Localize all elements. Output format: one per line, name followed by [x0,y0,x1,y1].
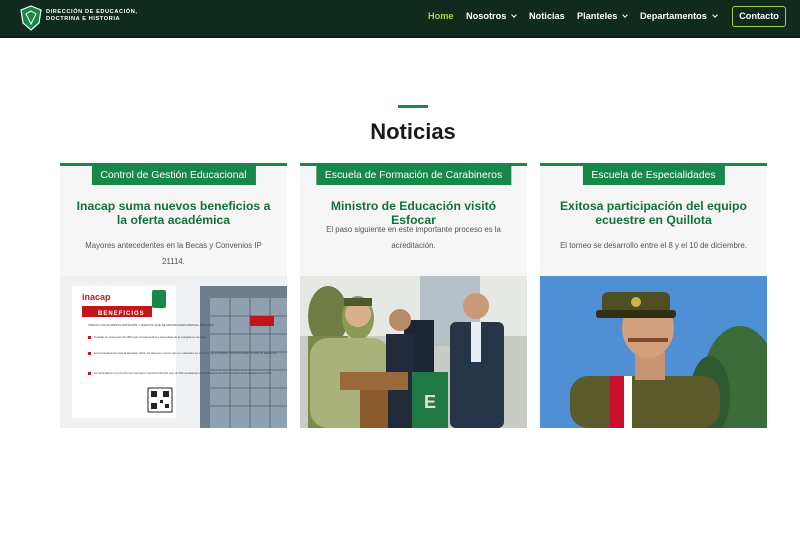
top-navbar: DIRECCIÓN DE EDUCACIÓN, DOCTRINA E HISTO… [0,0,800,38]
nav-item-home[interactable]: Home [428,11,454,21]
nav-item-departamentos[interactable]: Departamentos [640,11,718,21]
card-description: Mayores antecedentes en la Becas y Conve… [85,241,262,266]
equestrian-team-photo[interactable] [540,276,767,428]
nav-label: Nosotros [466,11,507,21]
news-card-ecuestre[interactable]: Escuela de Especialidades Exitosa partic… [540,163,767,428]
nav-item-nosotros[interactable]: Nosotros [466,11,518,21]
ministro-visit-photo[interactable]: E [300,276,527,428]
section-title: Noticias [370,119,456,144]
equestrian-officer-illustration [540,276,767,428]
poster-bullet-1: Tendrán un descuento del 30% que corresp… [94,335,207,339]
chevron-down-icon [511,12,518,18]
category-badge[interactable]: Escuela de Formación de Carabineros [315,166,512,185]
chevron-down-icon [622,12,629,18]
svg-text:E: E [424,392,436,412]
nav-label: Planteles [577,11,618,21]
inacap-poster-illustration: inacap BENEFICIOS TODOS LOS ALUMNOS ANTI… [60,276,287,428]
inacap-benefits-image[interactable]: inacap BENEFICIOS TODOS LOS ALUMNOS ANTI… [60,276,287,428]
card-title[interactable]: Inacap suma nuevos beneficios a la ofert… [70,199,277,227]
poster-banner-text: BENEFICIOS [98,311,145,317]
nav-item-planteles[interactable]: Planteles [577,11,629,21]
poster-bullet-2: Excepcionalmente para la admisión 2024, … [94,351,278,355]
nav-label: Departamentos [640,11,707,21]
brand-line-1: DIRECCIÓN DE EDUCACIÓN, [46,9,138,15]
card-description: El paso siguiente en este importante pro… [326,225,501,250]
brand-line-2: DOCTRINA E HISTORIA [46,16,121,22]
poster-heading: TODOS LOS ALUMNOS ANTIGUOS Y NUEVOS QUE … [88,322,214,327]
news-card-esfocar[interactable]: Escuela de Formación de Carabineros Mini… [300,163,527,428]
section-divider [398,105,428,108]
news-card-inacap[interactable]: Control de Gestión Educacional Inacap su… [60,163,287,428]
contact-button[interactable]: Contacto [732,6,786,27]
poster-bullet-3: Al matricularse en el Centro de Formació… [94,371,273,375]
nav-item-noticias[interactable]: Noticias [529,11,565,21]
category-badge[interactable]: Escuela de Especialidades [582,166,725,185]
ministro-visit-illustration: E [300,276,527,428]
nav-label: Home [428,11,454,21]
category-badge[interactable]: Control de Gestión Educacional [91,166,256,185]
nav-label: Noticias [529,11,565,21]
chevron-down-icon [712,12,718,18]
inacap-logo-text: inacap [82,292,111,302]
card-title[interactable]: Exitosa participación del equipo ecuestr… [550,199,757,227]
card-description: El torneo se desarrollo entre el 8 y el … [560,241,747,250]
brand-name[interactable]: DIRECCIÓN DE EDUCACIÓN, DOCTRINA E HISTO… [46,9,138,23]
carabineros-shield-logo[interactable] [20,5,42,31]
